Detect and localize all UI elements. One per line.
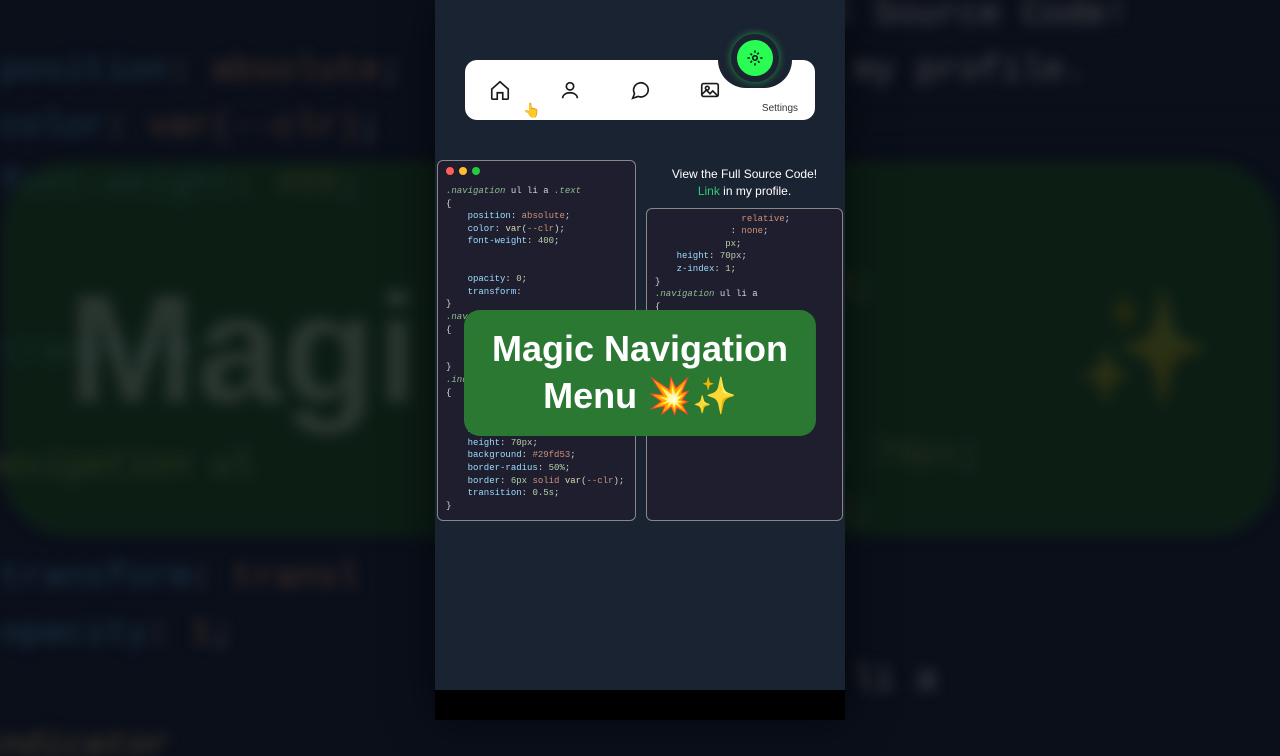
source-caption: View the Full Source Code! Link in my pr… xyxy=(646,160,843,208)
bottom-bar xyxy=(435,690,845,720)
nav-item-home[interactable]: 👆 xyxy=(465,60,535,120)
photo-icon xyxy=(699,79,721,101)
home-icon xyxy=(489,79,511,101)
close-dot-icon[interactable] xyxy=(446,167,454,175)
nav-item-chat[interactable] xyxy=(605,60,675,120)
user-icon xyxy=(559,79,581,101)
gear-icon xyxy=(746,49,764,67)
title-banner: Magic Navigation Menu 💥✨ xyxy=(464,310,816,436)
chat-icon xyxy=(629,79,651,101)
maximize-dot-icon[interactable] xyxy=(472,167,480,175)
nav-item-profile[interactable] xyxy=(535,60,605,120)
nav-indicator xyxy=(731,34,779,82)
window-controls xyxy=(438,161,635,181)
minimize-dot-icon[interactable] xyxy=(459,167,467,175)
navigation-bar: 👆 Settings xyxy=(465,60,815,120)
profile-link[interactable]: Link xyxy=(698,184,720,198)
nav-label-settings: Settings xyxy=(762,103,798,114)
